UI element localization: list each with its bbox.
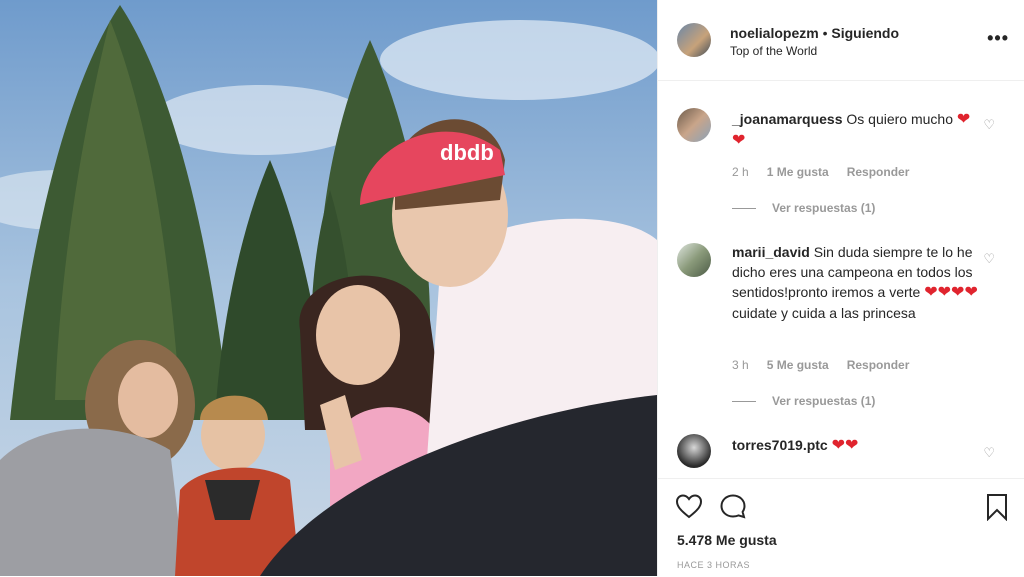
family-selfie-image: dbdb [0, 0, 657, 576]
reply-button[interactable]: Responder [847, 165, 910, 179]
comment-text: torres7019.ptc ❤❤ [732, 435, 982, 456]
commenter-username[interactable]: torres7019.ptc [732, 437, 828, 453]
view-replies-label: Ver respuestas (1) [772, 394, 876, 408]
replies-divider [732, 401, 756, 403]
reply-button[interactable]: Responder [847, 358, 910, 372]
separator-dot: • [818, 25, 832, 41]
commenter-username[interactable]: marii_david [732, 244, 810, 260]
heart-emoji: ❤❤ [831, 437, 859, 454]
comment-content: Os quiero mucho [846, 111, 953, 127]
post-header: noelialopezm • Siguiendo Top of the Worl… [658, 0, 1024, 81]
comment-time: 2 h [732, 165, 749, 179]
post-timestamp: HACE 3 HORAS [677, 560, 751, 570]
commenter-avatar[interactable] [677, 434, 711, 468]
comment-bubble-icon[interactable] [719, 493, 747, 519]
comment-meta: 2 h 1 Me gusta Responder [732, 165, 927, 179]
comment-text: marii_david Sin duda siempre te lo he di… [732, 242, 982, 323]
cap-logo: dbdb [440, 140, 494, 165]
post-photo[interactable]: dbdb [0, 0, 657, 576]
heart-emoji: ❤❤❤❤ [924, 284, 978, 301]
post-actions-bar: 5.478 Me gusta HACE 3 HORAS [658, 478, 1024, 577]
post-side-panel: noelialopezm • Siguiendo Top of the Worl… [657, 0, 1024, 576]
view-replies-button[interactable]: Ver respuestas (1) [732, 201, 875, 215]
replies-divider [732, 208, 756, 210]
comment-text: _joanamarquess Os quiero mucho ❤❤ [732, 109, 982, 151]
commenter-username[interactable]: _joanamarquess [732, 111, 843, 127]
like-heart-icon[interactable] [675, 493, 703, 519]
author-line: noelialopezm • Siguiendo [730, 25, 899, 41]
author-username[interactable]: noelialopezm [730, 25, 819, 41]
comment-like-icon[interactable]: ♡ [983, 251, 995, 267]
comment-like-icon[interactable]: ♡ [983, 117, 995, 133]
author-avatar[interactable] [677, 23, 711, 57]
likes-count[interactable]: 5.478 Me gusta [677, 532, 777, 548]
comment-likes-count[interactable]: 5 Me gusta [767, 358, 829, 372]
comment-meta: 3 h 5 Me gusta Responder [732, 358, 927, 372]
comment-like-icon[interactable]: ♡ [983, 445, 995, 461]
comment-likes-count[interactable]: 1 Me gusta [767, 165, 829, 179]
post-location[interactable]: Top of the World [730, 44, 817, 58]
commenter-avatar[interactable] [677, 108, 711, 142]
comment-content-continued: cuidate y cuida a las princesa [732, 305, 916, 321]
follow-status-button[interactable]: Siguiendo [831, 25, 899, 41]
view-replies-label: Ver respuestas (1) [772, 201, 876, 215]
comments-list[interactable]: _joanamarquess Os quiero mucho ❤❤ ♡ 2 h 1… [658, 81, 1024, 477]
save-bookmark-icon[interactable] [985, 493, 1009, 521]
commenter-avatar[interactable] [677, 243, 711, 277]
comment-time: 3 h [732, 358, 749, 372]
view-replies-button[interactable]: Ver respuestas (1) [732, 394, 875, 408]
more-options-icon[interactable]: ••• [987, 28, 1009, 49]
